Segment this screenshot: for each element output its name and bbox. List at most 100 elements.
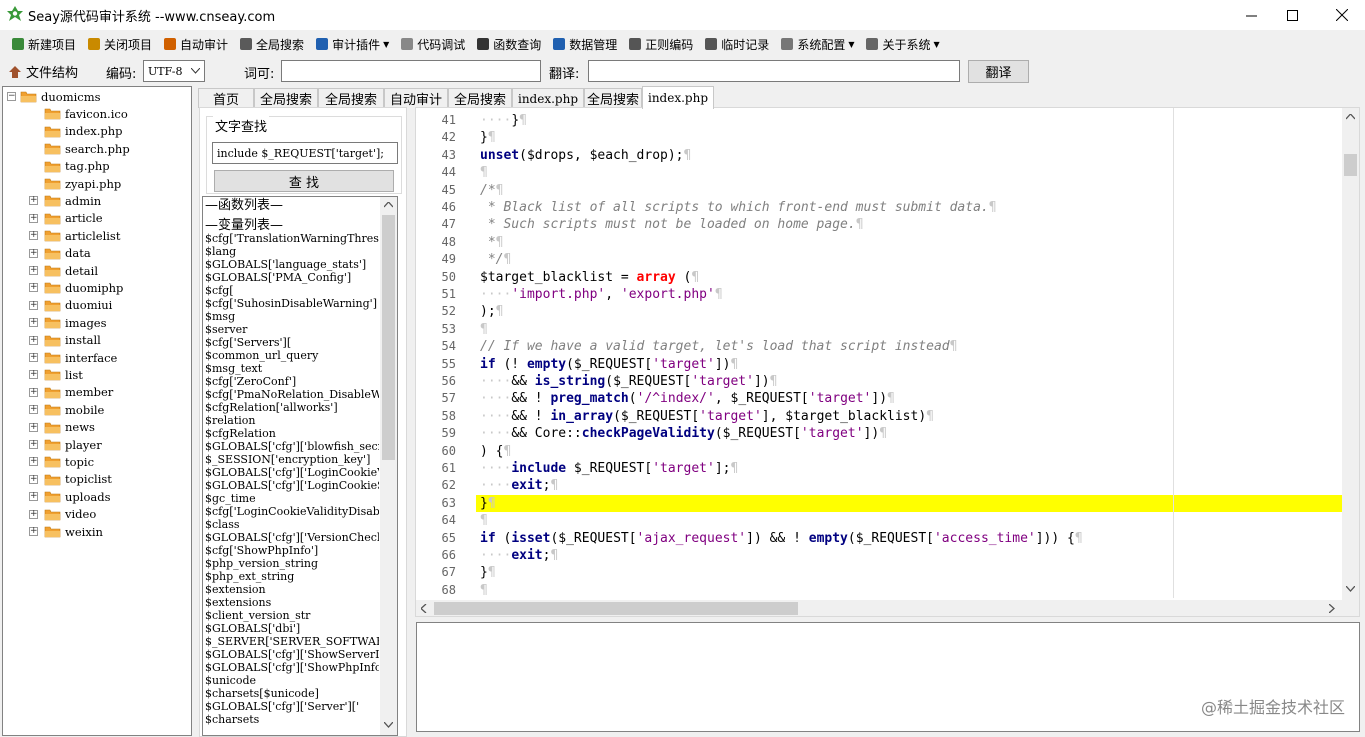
variable-list-item[interactable]: $extension	[205, 583, 379, 596]
tab-page[interactable]: 全局搜索	[584, 88, 642, 108]
code-line[interactable]: ····&& Core::checkPageValidity($_REQUEST…	[480, 426, 887, 441]
list-scrollbar[interactable]	[380, 197, 397, 735]
translate-input[interactable]	[588, 60, 960, 82]
toolbar-global-search-button[interactable]: 全局搜索	[234, 33, 308, 55]
expand-icon[interactable]: +	[29, 370, 38, 380]
word-input[interactable]	[281, 60, 541, 82]
tree-folder-item[interactable]: + member	[29, 384, 113, 401]
variable-list-item[interactable]: $cfg['PmaNoRelation_DisableWarning']	[205, 388, 379, 401]
tree-folder-item[interactable]: + article	[29, 210, 103, 227]
tree-file-item[interactable]: index.php	[44, 123, 123, 140]
tab-file[interactable]: index.php	[512, 88, 584, 108]
code-line[interactable]: ) {¶	[480, 444, 511, 459]
tree-folder-item[interactable]: + topic	[29, 453, 94, 470]
variable-list-item[interactable]: $charsets	[205, 713, 379, 726]
code-line[interactable]: // If we have a valid target, let's load…	[480, 339, 957, 354]
code-line[interactable]: ¶	[480, 165, 488, 180]
expand-icon[interactable]: +	[29, 440, 38, 449]
code-line[interactable]: }¶	[480, 130, 496, 145]
expand-icon[interactable]: +	[29, 231, 38, 241]
code-line[interactable]: );¶	[480, 304, 503, 319]
translate-button[interactable]: 翻译	[968, 60, 1029, 83]
variable-list-item[interactable]: $cfg['ShowPhpInfo']	[205, 544, 379, 557]
code-line[interactable]: ····exit;¶	[480, 548, 558, 563]
expand-icon[interactable]: +	[29, 422, 38, 432]
tree-folder-item[interactable]: + data	[29, 245, 91, 262]
expand-icon[interactable]: +	[29, 266, 38, 275]
editor-vertical-scrollbar[interactable]	[1342, 108, 1359, 600]
expand-icon[interactable]: +	[29, 405, 38, 415]
tree-folder-item[interactable]: + detail	[29, 262, 98, 279]
toolbar-close-project-button[interactable]: 关闭项目	[82, 33, 156, 55]
code-line[interactable]: ····include $_REQUEST['target'];¶	[480, 461, 738, 476]
scroll-down-icon[interactable]	[384, 722, 393, 728]
code-line[interactable]: * Such scripts must not be loaded on hom…	[480, 217, 864, 232]
expand-icon[interactable]: +	[29, 474, 38, 484]
tab-page[interactable]: 自动审计	[384, 88, 448, 108]
variable-list-item[interactable]: $gc_time	[205, 492, 379, 505]
code-line[interactable]: ····&& is_string($_REQUEST['target'])¶	[480, 374, 777, 389]
code-line[interactable]: ¶	[480, 322, 488, 337]
variable-list-item[interactable]: $cfgRelation['allworks']	[205, 401, 379, 414]
toolbar-auto-audit-button[interactable]: 自动审计	[158, 33, 232, 55]
tab-page[interactable]: 全局搜索	[254, 88, 318, 108]
tab-page[interactable]: 首页	[198, 88, 254, 108]
variable-list-item[interactable]: $cfg['SuhosinDisableWarning']	[205, 297, 379, 310]
variable-list-item[interactable]: $extensions	[205, 596, 379, 609]
editor-horizontal-scrollbar[interactable]	[416, 600, 1359, 616]
variable-list-item[interactable]: $GLOBALS['cfg']['ShowServerInfo']	[205, 648, 379, 661]
code-line[interactable]: ····}¶	[480, 113, 527, 128]
variable-list-item[interactable]: $msg_text	[205, 362, 379, 375]
variable-list-item[interactable]: $GLOBALS['cfg']['blowfish_secret']	[205, 440, 379, 453]
variable-list-item[interactable]: $GLOBALS['dbi']	[205, 622, 379, 635]
code-line[interactable]: if (! empty($_REQUEST['target'])¶	[480, 357, 738, 372]
tree-folder-item[interactable]: + images	[29, 314, 107, 331]
variable-list-item[interactable]: $php_ext_string	[205, 570, 379, 583]
code-line[interactable]: *¶	[480, 235, 504, 250]
variable-list-item[interactable]: $client_version_str	[205, 609, 379, 622]
variable-list-item[interactable]: $php_version_string	[205, 557, 379, 570]
scroll-right-icon[interactable]	[1329, 604, 1335, 613]
file-structure-toggle[interactable]: 文件结构	[8, 62, 78, 81]
expand-icon[interactable]: +	[29, 213, 38, 223]
expand-icon[interactable]: +	[29, 300, 38, 310]
search-button[interactable]: 查 找	[214, 170, 394, 192]
tab-file[interactable]: index.php	[642, 86, 714, 109]
expand-icon[interactable]: +	[29, 248, 38, 258]
code-line[interactable]: $target_blacklist = array (¶	[480, 270, 699, 285]
encoding-select[interactable]: UTF-8	[143, 60, 205, 82]
collapse-icon[interactable]: −	[7, 92, 16, 101]
variable-list-item[interactable]: $server	[205, 323, 379, 336]
tree-folder-item[interactable]: + player	[29, 436, 102, 453]
close-window-button[interactable]	[1319, 0, 1365, 30]
variable-list-item[interactable]: $lang	[205, 245, 379, 258]
code-line[interactable]: if (isset($_REQUEST['ajax_request']) && …	[480, 531, 1083, 546]
scroll-up-icon[interactable]	[384, 202, 393, 208]
expand-icon[interactable]: +	[29, 318, 38, 328]
variable-list-item[interactable]: $cfg['LoginCookieValidityDisableWarning'…	[205, 505, 379, 518]
variable-list-item[interactable]: $cfg['ZeroConf']	[205, 375, 379, 388]
variable-list-item[interactable]: $GLOBALS['cfg']['VersionCheck']	[205, 531, 379, 544]
editor-vscroll-thumb[interactable]	[1344, 154, 1357, 176]
tree-folder-item[interactable]: + install	[29, 332, 101, 349]
code-line[interactable]: ····&& ! preg_match('/^index/', $_REQUES…	[480, 391, 895, 406]
tree-folder-item[interactable]: + list	[29, 366, 83, 383]
tree-folder-item[interactable]: + weixin	[29, 523, 103, 540]
toolbar-function-search-button[interactable]: 函数查询	[471, 33, 545, 55]
expand-icon[interactable]: +	[29, 509, 38, 519]
tree-root-folder[interactable]: − duomicms	[7, 88, 101, 105]
tree-folder-item[interactable]: + duomiphp	[29, 279, 123, 296]
tree-folder-item[interactable]: + news	[29, 419, 95, 436]
tree-file-item[interactable]: tag.php	[44, 158, 110, 175]
code-line[interactable]: /*¶	[480, 183, 503, 198]
variable-list-item[interactable]: $cfg['TranslationWarningThreshold']	[205, 232, 379, 245]
variable-list-item[interactable]: $unicode	[205, 674, 379, 687]
variable-list-item[interactable]: $cfg[	[205, 284, 379, 297]
toolbar-data-manage-button[interactable]: 数据管理	[547, 33, 621, 55]
scroll-up-icon[interactable]	[1346, 114, 1355, 120]
toolbar-temp-notes-button[interactable]: 临时记录	[699, 33, 773, 55]
expand-icon[interactable]: +	[29, 335, 38, 345]
tree-file-item[interactable]: search.php	[44, 140, 130, 157]
variable-list-item[interactable]: $relation	[205, 414, 379, 427]
tab-page[interactable]: 全局搜索	[318, 88, 384, 108]
